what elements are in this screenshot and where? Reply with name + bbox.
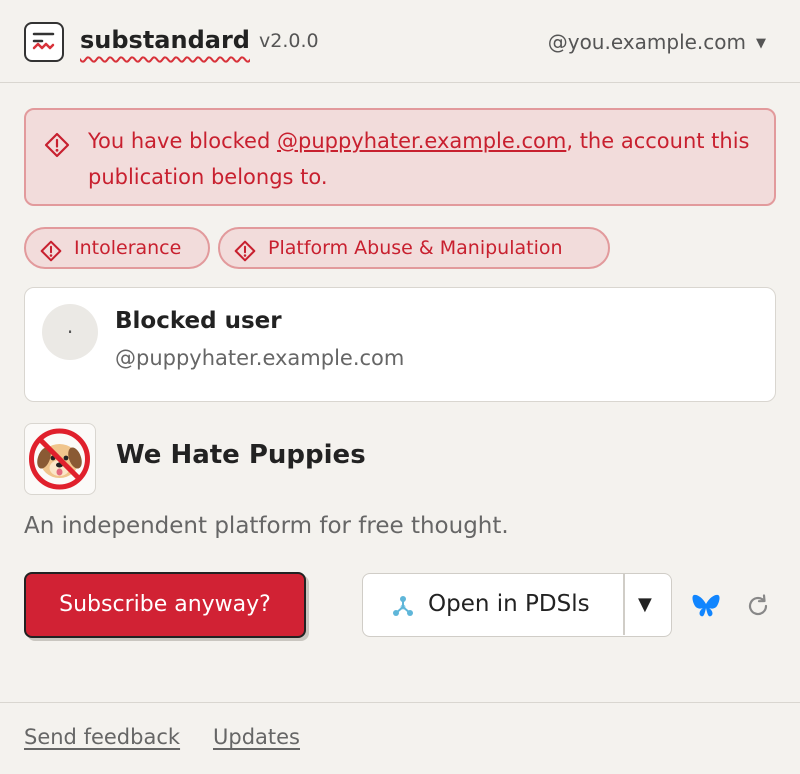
no-puppies-icon (24, 423, 96, 495)
subscribe-anyway-button[interactable]: Subscribe anyway? (24, 572, 306, 638)
pdsls-tree-icon (391, 594, 415, 622)
blocked-alert: You have blocked @puppyhater.example.com… (24, 108, 776, 206)
alert-text-prefix: You have blocked (88, 129, 277, 153)
author-card[interactable]: · Blocked user @puppyhater.example.com (24, 287, 776, 402)
account-menu[interactable]: @you.example.com ▼ (548, 30, 766, 54)
publication-description: An independent platform for free thought… (24, 513, 509, 539)
warning-diamond-icon (44, 132, 70, 169)
warning-diamond-icon (234, 237, 256, 275)
publication-title: We Hate Puppies (116, 440, 366, 470)
send-feedback-link[interactable]: Send feedback (24, 725, 180, 749)
author-name: Blocked user (115, 308, 282, 334)
footer: Send feedback Updates (0, 702, 800, 774)
app-name: substandard (80, 26, 250, 54)
label-platform-abuse[interactable]: Platform Abuse & Manipulation (218, 227, 610, 269)
account-handle: @you.example.com (547, 30, 746, 54)
open-in-split-button: Open in PDSls ▼ (362, 573, 672, 637)
open-in-dropdown-button[interactable]: ▼ (638, 594, 652, 615)
app-version: v2.0.0 (259, 30, 319, 52)
updates-link[interactable]: Updates (213, 725, 300, 749)
author-handle: @puppyhater.example.com (115, 346, 405, 370)
chevron-down-icon: ▼ (756, 36, 766, 51)
avatar: · (42, 304, 98, 360)
refresh-icon[interactable] (745, 593, 771, 623)
app-header: substandard v2.0.0 @you.example.com ▼ (0, 0, 800, 83)
blocked-account-link[interactable]: @puppyhater.example.com (277, 129, 566, 153)
split-divider (623, 574, 625, 635)
open-in-pdsls-button[interactable]: Open in PDSls (363, 574, 624, 635)
label-intolerance[interactable]: Intolerance (24, 227, 210, 269)
warning-diamond-icon (40, 237, 62, 275)
open-in-label: Open in PDSls (428, 591, 590, 617)
app-logo-icon (24, 22, 64, 62)
label-text: Intolerance (74, 237, 182, 259)
bluesky-butterfly-icon[interactable] (692, 594, 720, 622)
label-text: Platform Abuse & Manipulation (268, 237, 563, 259)
